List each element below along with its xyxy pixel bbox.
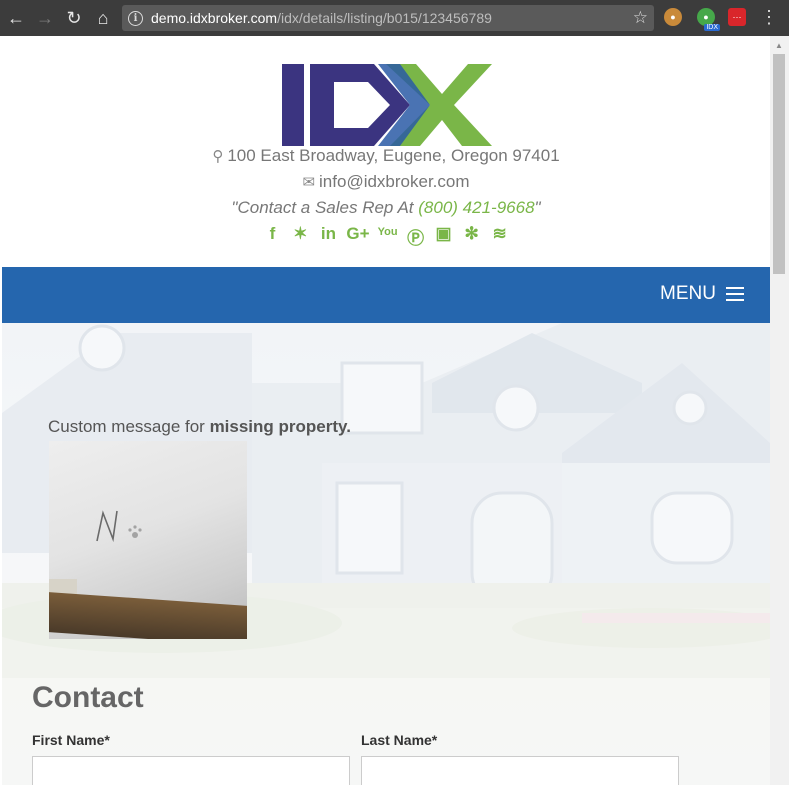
facebook-icon[interactable]: f xyxy=(262,224,282,249)
office-address: ⚲ 100 East Broadway, Eugene, Oregon 97401 xyxy=(2,146,770,166)
menu-button[interactable]: MENU xyxy=(660,283,744,305)
google-plus-icon[interactable]: G+ xyxy=(346,224,369,249)
idx-logo xyxy=(282,64,492,146)
scroll-up-icon[interactable]: ▲ xyxy=(775,41,783,50)
instagram-icon[interactable]: ▣ xyxy=(434,224,454,249)
menu-kebab-icon[interactable]: ⋮ xyxy=(760,8,778,26)
office-email[interactable]: ✉ info@idxbroker.com xyxy=(2,172,770,192)
scroll-thumb[interactable] xyxy=(773,54,785,274)
last-name-field[interactable] xyxy=(361,756,679,785)
linkedin-icon[interactable]: in xyxy=(318,224,338,249)
reload-icon[interactable]: ↻ xyxy=(61,5,87,31)
sales-suffix: " xyxy=(534,198,541,217)
message-bold: missing property. xyxy=(209,417,351,436)
idx-extension-icon[interactable]: ● IDX xyxy=(697,8,720,31)
idx-badge: IDX xyxy=(704,24,720,31)
pinterest-icon[interactable]: Ⓟ xyxy=(406,224,426,249)
cookie-extension-icon[interactable]: ● xyxy=(664,8,682,26)
twitter-icon[interactable]: ✶ xyxy=(290,224,310,249)
red-extension-icon[interactable]: ⋯ xyxy=(728,8,746,26)
address-bar[interactable]: i demo.idxbroker.com/idx/details/listing… xyxy=(122,5,654,31)
url-text[interactable]: demo.idxbroker.com/idx/details/listing/b… xyxy=(151,10,492,26)
last-name-label: Last Name* xyxy=(361,732,438,748)
first-name-field[interactable] xyxy=(32,756,350,785)
email-text[interactable]: info@idxbroker.com xyxy=(319,172,470,191)
hero-background: Custom message for missing property. Con… xyxy=(2,323,770,785)
rss-icon[interactable]: ≋ xyxy=(490,224,510,249)
property-photo xyxy=(49,441,247,639)
back-icon[interactable]: ← xyxy=(3,5,29,31)
sales-prefix: "Contact a Sales Rep At xyxy=(231,198,419,217)
url-path: /idx/details/listing/b015/123456789 xyxy=(277,10,492,26)
sales-phone-link[interactable]: (800) 421-9668 xyxy=(418,198,534,217)
forward-icon[interactable]: → xyxy=(32,5,58,31)
envelope-icon: ✉ xyxy=(302,174,316,191)
youtube-icon[interactable]: You xyxy=(378,224,398,249)
social-links: f ✶ in G+ You Ⓟ ▣ ✻ ≋ xyxy=(2,224,770,249)
hamburger-icon xyxy=(726,283,744,305)
first-name-label: First Name* xyxy=(32,732,110,748)
menu-label: MENU xyxy=(660,283,716,304)
home-icon[interactable]: ⌂ xyxy=(90,5,116,31)
browser-toolbar: ← → ↻ ⌂ i demo.idxbroker.com/idx/details… xyxy=(0,0,789,36)
info-icon[interactable]: i xyxy=(128,10,143,26)
contact-heading: Contact xyxy=(32,681,144,714)
url-host: demo.idxbroker.com xyxy=(151,10,278,26)
message-prefix: Custom message for xyxy=(48,417,210,436)
star-icon[interactable]: ☆ xyxy=(633,8,648,28)
page-viewport: ⚲ 100 East Broadway, Eugene, Oregon 97401… xyxy=(2,36,770,785)
page-scrollbar[interactable]: ▲ xyxy=(770,36,789,785)
main-navbar: MENU xyxy=(2,267,770,323)
missing-property-message: Custom message for missing property. xyxy=(48,417,351,437)
yelp-icon[interactable]: ✻ xyxy=(462,224,482,249)
map-marker-icon: ⚲ xyxy=(212,148,224,165)
address-text: 100 East Broadway, Eugene, Oregon 97401 xyxy=(227,146,560,165)
sales-rep-line: "Contact a Sales Rep At (800) 421-9668" xyxy=(2,198,770,218)
